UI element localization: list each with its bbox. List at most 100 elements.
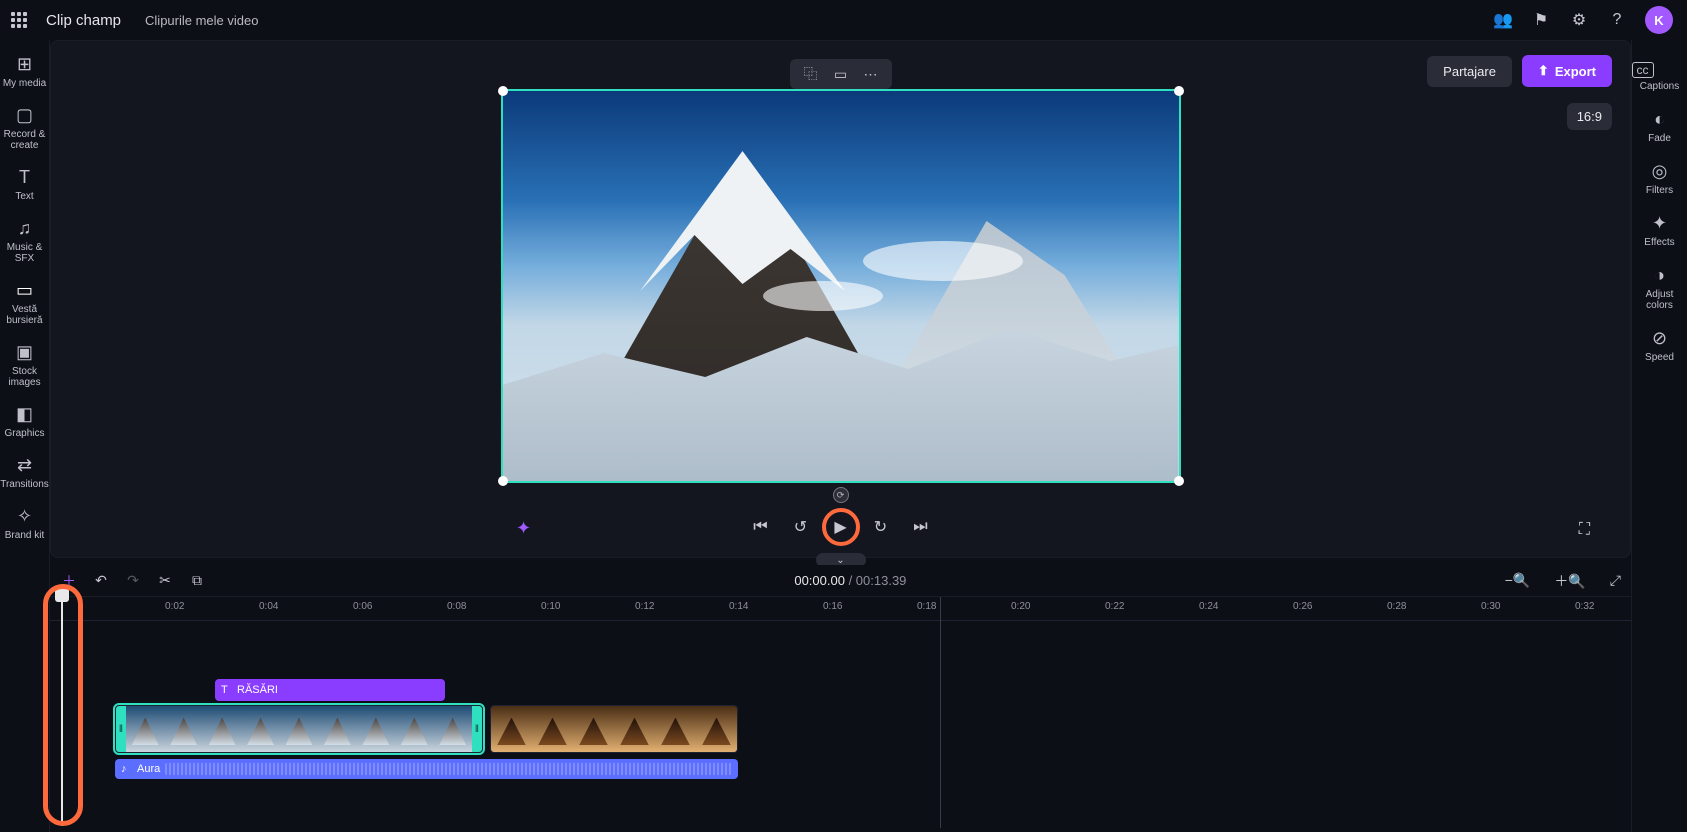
tool-adjust-colors[interactable]: ◑Adjust colors xyxy=(1632,256,1687,319)
sidebar-item-stock-images[interactable]: ▣Stock images xyxy=(0,336,50,398)
clip-thumbnails xyxy=(126,706,472,752)
waveform xyxy=(165,763,732,775)
timeline-panel: ＋ ↶ ↷ ✂ ⧉ 00:00.00 / 00:13.39 −🔍 ＋🔍 ⤢ 0:… xyxy=(50,565,1631,832)
more-options-icon[interactable]: ⋯ xyxy=(860,65,882,83)
tool-fade[interactable]: ◐Fade xyxy=(1632,100,1687,152)
shapes-icon: ◧ xyxy=(0,404,50,424)
settings-gear-icon[interactable]: ⚙ xyxy=(1563,4,1595,36)
audio-clip-icon: ♪ xyxy=(121,763,127,775)
clip-trim-left[interactable]: ‖ xyxy=(116,706,126,752)
tool-effects[interactable]: ✦Effects xyxy=(1632,204,1687,256)
zoom-in-icon[interactable]: ＋🔍 xyxy=(1554,571,1585,591)
ruler-tick: 0:24 xyxy=(1199,601,1218,612)
captions-icon: cc xyxy=(1632,62,1654,78)
ruler-tick: 0:10 xyxy=(541,601,560,612)
media-icon: ⊞ xyxy=(0,54,50,74)
sidebar-item-brand-kit[interactable]: ✧Brand kit xyxy=(0,500,50,551)
pip-icon[interactable]: ▭ xyxy=(830,65,852,83)
adjust-colors-icon: ◑ xyxy=(1632,264,1687,286)
resize-handle-bl[interactable] xyxy=(498,476,508,486)
user-avatar[interactable]: K xyxy=(1645,6,1673,34)
play-button[interactable]: ▶ xyxy=(829,515,853,539)
sidebar-item-graphics[interactable]: ◧Graphics xyxy=(0,398,50,449)
feedback-flag-icon[interactable]: ⚑ xyxy=(1525,4,1557,36)
sidebar-item-text[interactable]: TText xyxy=(0,161,50,212)
ai-magic-icon[interactable]: ✦ xyxy=(516,518,531,539)
playhead-knob[interactable] xyxy=(55,588,69,602)
skip-end-icon[interactable]: ⏭ xyxy=(909,515,933,539)
ruler-tick: 0:04 xyxy=(259,601,278,612)
fade-icon: ◐ xyxy=(1632,108,1687,130)
timecode-readout: 00:00.00 / 00:13.39 xyxy=(794,573,906,588)
zoom-fit-icon[interactable]: ⤢ xyxy=(1610,572,1621,589)
tool-captions[interactable]: ccCaptions xyxy=(1632,54,1687,100)
ruler-tick: 0:18 xyxy=(917,601,936,612)
apps-grid-icon[interactable] xyxy=(10,11,28,29)
sidebar-item-my-media[interactable]: ⊞My media xyxy=(0,48,50,99)
brand-kit-icon: ✧ xyxy=(0,506,50,526)
video-clip-a[interactable]: ‖ ‖ xyxy=(115,705,483,753)
project-title[interactable]: Clipurile mele video xyxy=(145,13,258,28)
aspect-ratio-selector[interactable]: 16:9 xyxy=(1567,103,1612,130)
music-note-icon: ♫ xyxy=(0,218,50,238)
tool-filters[interactable]: ◎Filters xyxy=(1632,152,1687,204)
left-sidebar: ⊞My media ▢Record & create TText ♫Music … xyxy=(0,40,50,832)
help-icon[interactable]: ? xyxy=(1601,4,1633,36)
clip-trim-right[interactable]: ‖ xyxy=(472,706,482,752)
skip-start-icon[interactable]: ⏮ xyxy=(749,515,773,539)
ruler-tick: 0:08 xyxy=(447,601,466,612)
upload-icon: ⬆ xyxy=(1538,63,1549,79)
transitions-icon: ⇄ xyxy=(0,455,50,475)
sidebar-item-record[interactable]: ▢Record & create xyxy=(0,99,50,161)
undo-icon[interactable]: ↶ xyxy=(92,572,110,589)
invite-icon[interactable]: 👥 xyxy=(1487,4,1519,36)
forward-10-icon[interactable]: ↻ xyxy=(869,515,893,539)
current-time: 00:00.00 xyxy=(794,573,845,588)
text-clip-icon: T xyxy=(221,684,228,696)
timeline-toolbar: ＋ ↶ ↷ ✂ ⧉ 00:00.00 / 00:13.39 −🔍 ＋🔍 ⤢ xyxy=(50,565,1631,597)
split-scissors-icon[interactable]: ✂ xyxy=(156,572,174,589)
redo-icon[interactable]: ↷ xyxy=(124,572,142,589)
ruler-tick: 0:02 xyxy=(165,601,184,612)
export-button[interactable]: ⬆Export xyxy=(1522,55,1612,87)
audio-clip[interactable]: ♪ Aura xyxy=(115,759,738,779)
sidebar-item-transitions[interactable]: ⇄Transitions xyxy=(0,449,50,500)
ruler-tick: 0:12 xyxy=(635,601,654,612)
ruler-tick: 0:32 xyxy=(1575,601,1594,612)
resize-handle-br[interactable] xyxy=(1174,476,1184,486)
resize-handle-tr[interactable] xyxy=(1174,86,1184,96)
time-ruler[interactable]: 0:02 0:04 0:06 0:08 0:10 0:12 0:14 0:16 0:18 0:20… xyxy=(50,597,1631,621)
speed-gauge-icon: ⊘ xyxy=(1632,327,1687,349)
tracks-area[interactable]: T RĂSĂRI ‖ ‖ ♪ Aura xyxy=(50,621,1631,832)
crop-icon[interactable]: ⿻ xyxy=(800,65,822,83)
ruler-tick: 0:06 xyxy=(353,601,372,612)
sidebar-item-stock-video[interactable]: ▭Vestă bursieră xyxy=(0,274,50,336)
ruler-tick: 0:28 xyxy=(1387,601,1406,612)
rotate-handle[interactable]: ⟳ xyxy=(833,487,849,503)
rewind-10-icon[interactable]: ↺ xyxy=(789,515,813,539)
preview-canvas[interactable]: ⟳ xyxy=(501,89,1181,483)
video-clip-b[interactable] xyxy=(490,705,738,753)
preview-content xyxy=(503,91,1179,481)
effects-wand-icon: ✦ xyxy=(1632,212,1687,234)
ruler-tick: 0:16 xyxy=(823,601,842,612)
ruler-tick: 0:22 xyxy=(1105,601,1124,612)
right-toolbar: ccCaptions ◐Fade ◎Filters ✦Effects ◑Adju… xyxy=(1631,40,1687,832)
zoom-out-icon[interactable]: −🔍 xyxy=(1505,572,1531,589)
preview-stage: ⿻ ▭ ⋯ Partajare ⬆Export 16:9 ⟳ ✦ ⏮ ↺ ▶ ↻… xyxy=(50,40,1631,558)
ruler-tick: 0:14 xyxy=(729,601,748,612)
resize-handle-tl[interactable] xyxy=(498,86,508,96)
tool-speed[interactable]: ⊘Speed xyxy=(1632,319,1687,371)
sidebar-item-music[interactable]: ♫Music & SFX xyxy=(0,212,50,274)
share-button[interactable]: Partajare xyxy=(1427,56,1512,87)
ruler-tick: 0:30 xyxy=(1481,601,1500,612)
playhead[interactable] xyxy=(61,590,63,826)
app-brand: Clip champ xyxy=(46,12,121,29)
fullscreen-icon[interactable]: ⛶ xyxy=(1579,521,1590,539)
ruler-tick: 0:20 xyxy=(1011,601,1030,612)
image-icon: ▣ xyxy=(0,342,50,362)
duplicate-icon[interactable]: ⧉ xyxy=(188,572,206,589)
title-clip[interactable]: T RĂSĂRI xyxy=(215,679,445,701)
filters-icon: ◎ xyxy=(1632,160,1687,182)
preview-toolbar: ⿻ ▭ ⋯ xyxy=(790,59,892,89)
